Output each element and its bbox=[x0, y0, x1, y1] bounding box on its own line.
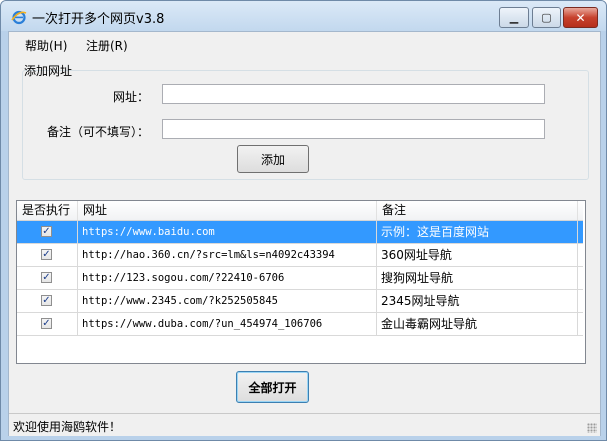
url-cell: https://www.duba.com/?un_454974_106706 bbox=[78, 313, 377, 335]
note-cell: 搜狗网址导航 bbox=[377, 267, 578, 289]
add-button[interactable]: 添加 bbox=[237, 145, 309, 173]
execute-checkbox[interactable]: ✓ bbox=[41, 318, 52, 329]
execute-cell: ✓ bbox=[17, 267, 78, 289]
checkmark-icon: ✓ bbox=[42, 248, 51, 260]
status-text: 欢迎使用海鸥软件！ bbox=[13, 420, 122, 434]
status-bar: 欢迎使用海鸥软件！ bbox=[9, 413, 600, 436]
maximize-icon: ▢ bbox=[541, 11, 552, 24]
app-window: 一次打开多个网页v3.8 ▁ ▢ ✕ 帮助(H) 注册(R) 添加网址 网址： … bbox=[0, 0, 607, 441]
url-cell: http://hao.360.cn/?src=lm&ls=n4092c43394 bbox=[78, 244, 377, 266]
note-cell: 360网址导航 bbox=[377, 244, 578, 266]
table-row[interactable]: ✓ http://123.sogou.com/?22410-6706 搜狗网址导… bbox=[17, 267, 583, 290]
menu-bar: 帮助(H) 注册(R) bbox=[9, 32, 600, 54]
table-row[interactable]: ✓ https://www.duba.com/?un_454974_106706… bbox=[17, 313, 583, 336]
note-cell: 金山毒霸网址导航 bbox=[377, 313, 578, 335]
execute-cell: ✓ bbox=[17, 290, 78, 312]
open-all-button[interactable]: 全部打开 bbox=[236, 371, 309, 403]
column-header-note[interactable]: 备注 bbox=[377, 201, 578, 220]
maximize-button[interactable]: ▢ bbox=[532, 7, 561, 28]
note-label: 备注（可不填写）： bbox=[46, 125, 149, 139]
close-icon: ✕ bbox=[575, 10, 586, 25]
list-header: 是否执行 网址 备注 bbox=[17, 201, 583, 221]
table-row[interactable]: ✓ http://hao.360.cn/?src=lm&ls=n4092c433… bbox=[17, 244, 583, 267]
execute-cell: ✓ bbox=[17, 244, 78, 266]
execute-checkbox[interactable]: ✓ bbox=[41, 226, 52, 237]
minimize-icon: ▁ bbox=[509, 11, 519, 24]
url-list-view[interactable]: 是否执行 网址 备注 ✓ https://www.baidu.com 示例：这是… bbox=[16, 200, 586, 364]
note-input[interactable] bbox=[162, 119, 545, 139]
checkmark-icon: ✓ bbox=[42, 271, 51, 283]
url-cell: http://123.sogou.com/?22410-6706 bbox=[78, 267, 377, 289]
url-label: 网址： bbox=[112, 90, 149, 104]
ie-browser-icon bbox=[11, 10, 27, 25]
table-row[interactable]: ✓ https://www.baidu.com 示例：这是百度网站 bbox=[17, 221, 583, 244]
add-button-label: 添加 bbox=[260, 152, 285, 167]
checkmark-icon: ✓ bbox=[42, 317, 51, 329]
execute-checkbox[interactable]: ✓ bbox=[41, 272, 52, 283]
execute-cell: ✓ bbox=[17, 313, 78, 335]
checkmark-icon: ✓ bbox=[42, 294, 51, 306]
close-button[interactable]: ✕ bbox=[563, 7, 598, 28]
url-cell: http://www.2345.com/?k252505845 bbox=[78, 290, 377, 312]
title-bar[interactable]: 一次打开多个网页v3.8 ▁ ▢ ✕ bbox=[1, 1, 606, 31]
add-url-group-title: 添加网址 bbox=[24, 64, 73, 78]
column-header-execute[interactable]: 是否执行 bbox=[17, 201, 78, 220]
url-input[interactable] bbox=[162, 84, 545, 104]
execute-cell: ✓ bbox=[17, 221, 78, 243]
note-cell: 2345网址导航 bbox=[377, 290, 578, 312]
checkmark-icon: ✓ bbox=[42, 225, 51, 237]
execute-checkbox[interactable]: ✓ bbox=[41, 295, 52, 306]
client-area: 帮助(H) 注册(R) 添加网址 网址： 备注（可不填写）： 添加 是否执行 网… bbox=[8, 31, 601, 436]
table-row[interactable]: ✓ http://www.2345.com/?k252505845 2345网址… bbox=[17, 290, 583, 313]
execute-checkbox[interactable]: ✓ bbox=[41, 249, 52, 260]
minimize-button[interactable]: ▁ bbox=[499, 7, 529, 28]
resize-grip-icon[interactable] bbox=[587, 423, 597, 433]
column-header-url[interactable]: 网址 bbox=[78, 201, 377, 220]
menu-register[interactable]: 注册(R) bbox=[86, 37, 128, 54]
url-cell: https://www.baidu.com bbox=[78, 221, 377, 243]
note-cell: 示例：这是百度网站 bbox=[377, 221, 578, 243]
window-title: 一次打开多个网页v3.8 bbox=[32, 12, 165, 27]
menu-help[interactable]: 帮助(H) bbox=[25, 37, 67, 54]
open-all-button-label: 全部打开 bbox=[248, 380, 297, 395]
